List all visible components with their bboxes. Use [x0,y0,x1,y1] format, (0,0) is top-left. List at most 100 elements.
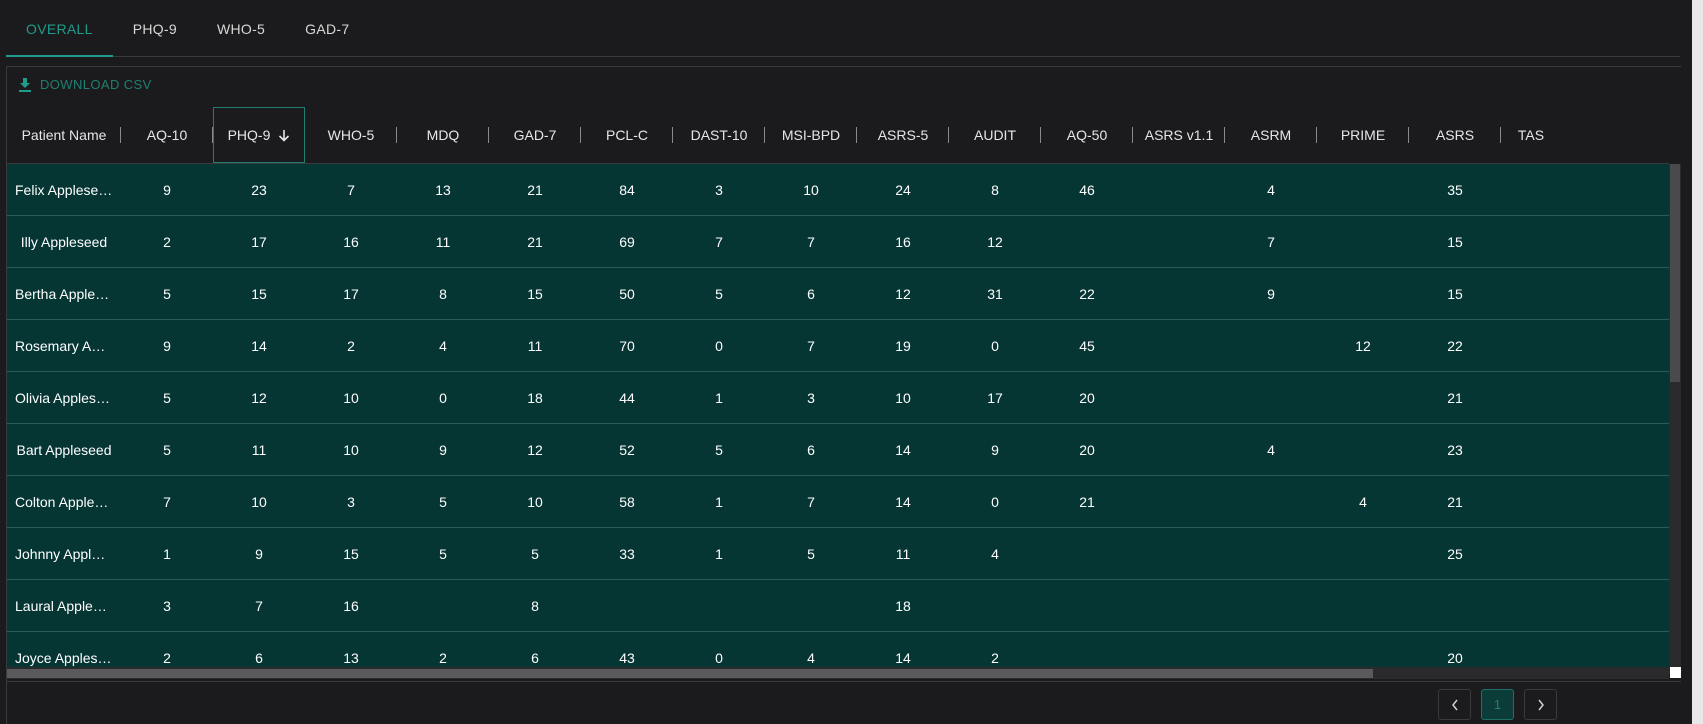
column-header-audit[interactable]: AUDIT [949,107,1041,163]
tab-gad-7[interactable]: GAD-7 [285,0,369,56]
table-row[interactable]: Laural Appleseed 3 7 16 8 18 [7,580,1669,632]
app-root: OVERALL PHQ-9 WHO-5 GAD-7 DOWNLOAD CSV P… [0,0,1703,724]
page-scrollbar[interactable] [1692,0,1703,724]
score-cell [1041,580,1133,631]
score-value: 31 [987,285,1003,302]
score-value: 5 [531,545,539,562]
column-header-asrm[interactable]: ASRM [1225,107,1317,163]
score-cell: 3 [673,164,765,215]
column-header-aq-50[interactable]: AQ-50 [1041,107,1133,163]
score-value: 23 [1447,441,1463,458]
score-value: 11 [251,441,267,458]
score-value: 4 [807,649,815,666]
score-value: 6 [255,649,263,666]
page-number-button[interactable]: 1 [1481,689,1514,720]
column-header-mdq[interactable]: MDQ [397,107,489,163]
table-row[interactable]: Illy Appleseed 2 17 16 11 21 69 7 7 16 12 7 15 [7,216,1669,268]
score-cell: 10 [305,372,397,423]
score-cell [1501,268,1561,319]
score-value: 3 [807,389,815,406]
score-value: 7 [807,493,815,510]
horizontal-scrollbar-thumb[interactable] [7,669,1373,678]
score-cell: 15 [489,268,581,319]
patient-name-cell: Felix Appleseed [7,164,121,215]
score-cell: 15 [305,528,397,579]
score-cell: 22 [1409,320,1501,371]
column-header-aq-10[interactable]: AQ-10 [121,107,213,163]
column-header-asrs[interactable]: ASRS [1409,107,1501,163]
score-value: 6 [807,285,815,302]
column-header-label: TAS [1517,127,1545,143]
score-value: 17 [251,233,267,250]
score-value: 5 [715,285,723,302]
score-value: 2 [439,649,447,666]
score-cell [1317,216,1409,267]
next-page-button[interactable] [1524,689,1557,720]
table-row[interactable]: Rosemary Appleseed 9 14 2 4 11 70 0 7 19 0 45 12 22 [7,320,1669,372]
score-cell [1317,372,1409,423]
patient-name: Felix Appleseed [15,181,113,198]
score-value: 10 [343,389,359,406]
score-value: 13 [343,649,359,666]
score-value: 15 [1447,233,1463,250]
tab-overall[interactable]: OVERALL [6,0,113,57]
score-value: 0 [715,337,723,354]
column-header-gad-7[interactable]: GAD-7 [489,107,581,163]
previous-page-button[interactable] [1438,689,1471,720]
table-row[interactable]: Johnny Appleseed191555331511425 [7,528,1669,580]
vertical-scrollbar-thumb[interactable] [1670,164,1680,382]
column-header-phq-9[interactable]: PHQ-9 [213,107,305,163]
score-cell [1501,216,1561,267]
vertical-scrollbar[interactable] [1669,164,1681,674]
score-value: 0 [439,389,447,406]
column-header-prime[interactable]: PRIME [1317,107,1409,163]
arrow-down-icon[interactable] [278,129,290,142]
score-value: 9 [163,181,171,198]
download-csv-button[interactable]: DOWNLOAD CSV [19,77,152,92]
column-header-pcl-c[interactable]: PCL-C [581,107,673,163]
table-row[interactable]: Felix Appleseed 9 23 7 13 21 84 3 10 24 8 46 4 35 [7,164,1669,216]
score-value: 15 [251,285,267,302]
score-value: 0 [715,649,723,666]
score-cell: 7 [305,164,397,215]
column-header-who-5[interactable]: WHO-5 [305,107,397,163]
score-value: 0 [991,337,999,354]
table-row[interactable]: Olivia Appleseed 5 12 10 0 18 44 1 3 10 17 20 21 [7,372,1669,424]
column-header-msi-bpd[interactable]: MSI-BPD [765,107,857,163]
column-header-label: ASRS-5 [877,127,929,143]
table-row[interactable]: Bart Appleseed 5 11 10 9 12 52 5 6 14 9 20 4 23 [7,424,1669,476]
score-cell: 9 [121,164,213,215]
score-cell: 10 [765,164,857,215]
column-header-patient-name[interactable]: Patient Name [7,107,121,163]
score-cell: 11 [213,424,305,475]
score-cell: 12 [213,372,305,423]
score-value: 20 [1447,649,1463,666]
column-header-asrs-v1-1[interactable]: ASRS v1.1 [1133,107,1225,163]
tab-phq-9[interactable]: PHQ-9 [113,0,197,56]
score-value: 7 [715,233,723,250]
score-value: 4 [1267,181,1275,198]
score-value: 5 [163,441,171,458]
score-value: 2 [163,233,171,250]
score-value: 14 [895,649,911,666]
score-value: 15 [343,545,359,562]
score-value: 19 [895,337,911,354]
column-header-tas[interactable]: TAS [1501,107,1561,163]
score-cell: 0 [949,476,1041,527]
score-cell [1317,268,1409,319]
column-header-dast-10[interactable]: DAST-10 [673,107,765,163]
score-value: 4 [439,337,447,354]
horizontal-scrollbar[interactable] [7,667,1669,679]
score-cell: 16 [857,216,949,267]
column-header-asrs-5[interactable]: ASRS-5 [857,107,949,163]
score-cell: 8 [397,268,489,319]
score-value: 3 [163,597,171,614]
score-cell: 33 [581,528,673,579]
table-row[interactable]: Colton Appleseed 7 10 3 5 10 58 1 7 14 0 21 4 21 [7,476,1669,528]
tab-who-5[interactable]: WHO-5 [197,0,285,56]
table-row[interactable]: Bertha Appleseed 5 15 17 8 15 50 5 6 12 31 22 9 15 [7,268,1669,320]
score-cell: 14 [857,424,949,475]
download-icon [19,77,31,92]
score-value: 5 [807,545,815,562]
score-cell: 18 [489,372,581,423]
